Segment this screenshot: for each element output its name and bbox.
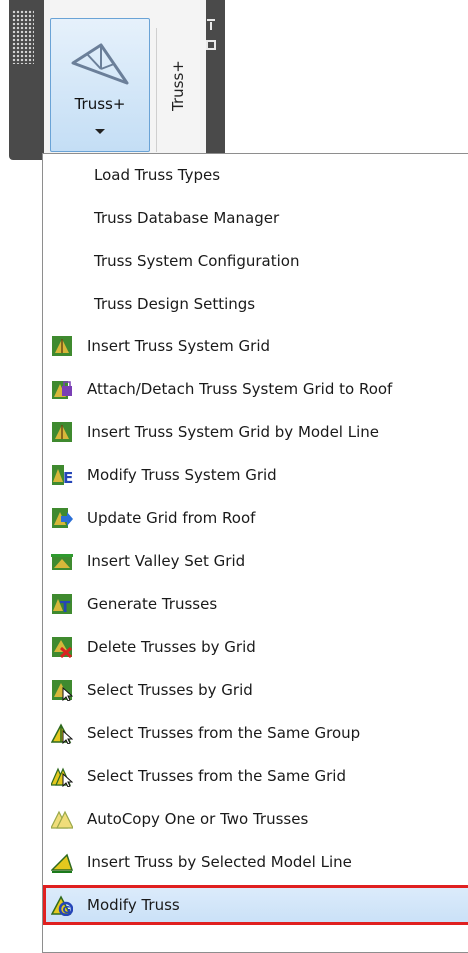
menu-item-modify-truss[interactable]: G Modify Truss bbox=[43, 885, 468, 925]
dropdown-arrow-icon bbox=[95, 129, 105, 134]
menu-item-label: Modify Truss bbox=[87, 896, 180, 914]
insert-truss-line-icon bbox=[50, 851, 74, 873]
truss-plus-button-label: Truss+ bbox=[74, 95, 126, 113]
menu-item-label: Insert Truss System Grid bbox=[87, 337, 271, 355]
menu-item-insert-grid-by-model-line[interactable]: Insert Truss System Grid by Model Line bbox=[43, 412, 468, 452]
menu-item-label: Modify Truss System Grid bbox=[87, 466, 277, 484]
menu-item-truss-system-configuration[interactable]: Truss System Configuration bbox=[43, 241, 468, 281]
menu-item-generate-trusses[interactable]: T Generate Trusses bbox=[43, 584, 468, 624]
menu-item-update-grid-from-roof[interactable]: Update Grid from Roof bbox=[43, 498, 468, 538]
menu-item-attach-detach-grid[interactable]: Attach/Detach Truss System Grid to Roof bbox=[43, 369, 468, 409]
menu-item-autocopy-trusses[interactable]: AutoCopy One or Two Trusses bbox=[43, 799, 468, 839]
select-group-icon bbox=[50, 722, 74, 745]
menu-item-insert-valley-set-grid[interactable]: Insert Valley Set Grid bbox=[43, 541, 468, 581]
grid-modify-icon: E bbox=[51, 464, 73, 487]
menu-item-label: Delete Trusses by Grid bbox=[87, 638, 256, 656]
menu-item-insert-truss-system-grid[interactable]: Insert Truss System Grid bbox=[43, 326, 468, 366]
menu-item-label: Truss Database Manager bbox=[94, 209, 280, 227]
autocopy-icon bbox=[50, 808, 74, 830]
grid-model-line-icon bbox=[51, 421, 73, 443]
menu-item-label: Insert Truss by Selected Model Line bbox=[87, 853, 352, 871]
menu-item-select-trusses-by-grid[interactable]: Select Trusses by Grid bbox=[43, 670, 468, 710]
tab-truss-plus[interactable]: Truss+ bbox=[156, 28, 199, 152]
svg-text:G: G bbox=[63, 905, 71, 916]
delete-icon bbox=[51, 636, 73, 659]
menu-item-label: AutoCopy One or Two Trusses bbox=[87, 810, 309, 828]
svg-text:E: E bbox=[63, 469, 73, 486]
generate-icon: T bbox=[51, 593, 73, 616]
valley-grid-icon bbox=[51, 550, 73, 572]
menu-item-delete-trusses-by-grid[interactable]: Delete Trusses by Grid bbox=[43, 627, 468, 667]
menu-item-modify-truss-system-grid[interactable]: E Modify Truss System Grid bbox=[43, 455, 468, 495]
select-grid-icon bbox=[51, 679, 74, 702]
grid-insert-icon bbox=[51, 335, 73, 357]
menu-item-label: Generate Trusses bbox=[87, 595, 218, 613]
menu-item-label: Select Trusses from the Same Group bbox=[87, 724, 361, 742]
ribbon-panel: Truss+ Truss+ bbox=[9, 0, 225, 160]
truss-icon bbox=[67, 39, 133, 93]
grip-handle[interactable] bbox=[12, 10, 34, 64]
grid-update-icon bbox=[51, 507, 73, 529]
menu-item-select-trusses-same-group[interactable]: Select Trusses from the Same Group bbox=[43, 713, 468, 753]
truss-plus-button[interactable]: Truss+ bbox=[50, 18, 150, 152]
menu-item-label: Insert Valley Set Grid bbox=[87, 552, 246, 570]
pin-icon[interactable] bbox=[205, 17, 217, 61]
menu-item-truss-design-settings[interactable]: Truss Design Settings bbox=[43, 284, 468, 324]
grid-attach-icon bbox=[51, 378, 73, 400]
menu-item-label: Truss Design Settings bbox=[94, 295, 256, 313]
menu-item-select-trusses-same-grid[interactable]: Select Trusses from the Same Grid bbox=[43, 756, 468, 796]
truss-dropdown-menu: Load Truss Types Truss Database Manager … bbox=[42, 153, 468, 953]
menu-item-label: Select Trusses by Grid bbox=[87, 681, 253, 699]
menu-item-insert-truss-by-model-line[interactable]: Insert Truss by Selected Model Line bbox=[43, 842, 468, 882]
menu-item-load-truss-types[interactable]: Load Truss Types bbox=[43, 155, 468, 195]
select-same-grid-icon bbox=[50, 765, 74, 788]
modify-truss-icon: G bbox=[50, 894, 74, 917]
menu-item-label: Update Grid from Roof bbox=[87, 509, 256, 527]
menu-item-label: Select Trusses from the Same Grid bbox=[87, 767, 346, 785]
menu-item-label: Attach/Detach Truss System Grid to Roof bbox=[87, 380, 393, 398]
tab-truss-plus-label: Truss+ bbox=[169, 60, 187, 111]
menu-item-label: Insert Truss System Grid by Model Line bbox=[87, 423, 380, 441]
svg-text:T: T bbox=[60, 598, 71, 615]
menu-item-label: Truss System Configuration bbox=[94, 252, 300, 270]
menu-item-truss-database-manager[interactable]: Truss Database Manager bbox=[43, 198, 468, 238]
menu-item-label: Load Truss Types bbox=[94, 166, 221, 184]
